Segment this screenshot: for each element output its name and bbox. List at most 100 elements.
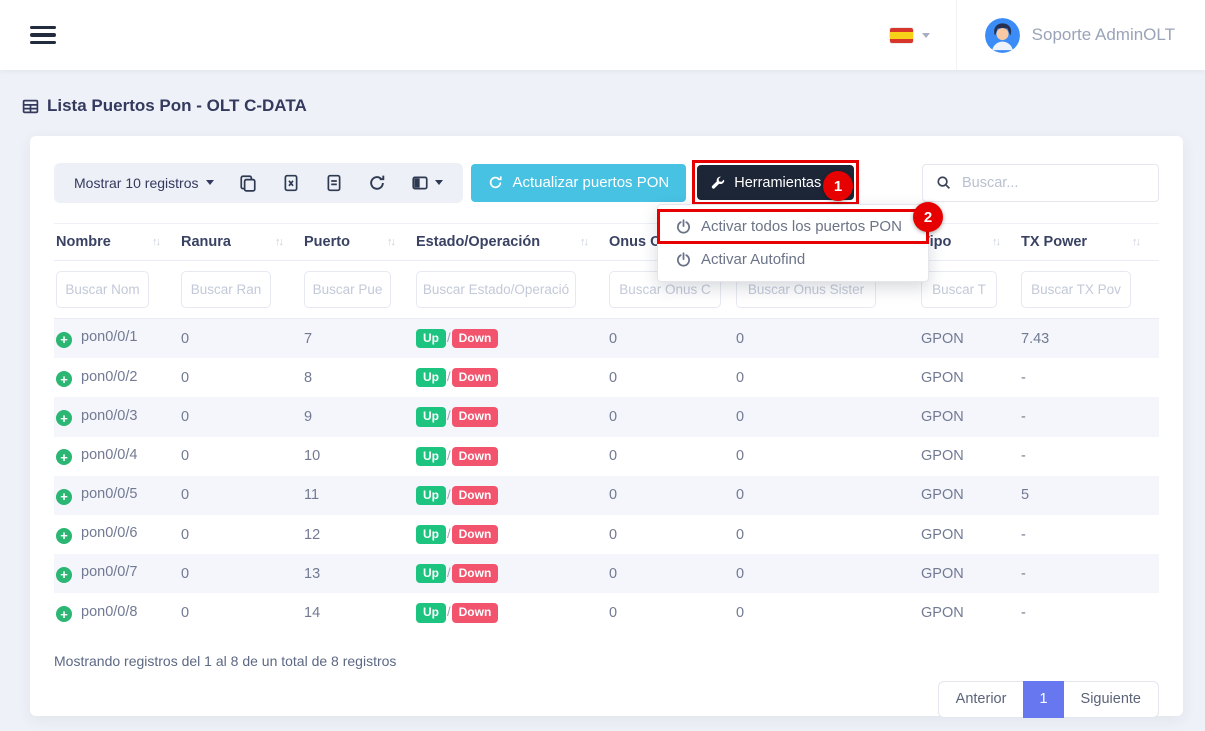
- status-down-badge: Down: [452, 368, 499, 387]
- cell-ranura: 0: [179, 358, 302, 397]
- cell-onus-sister: 0: [734, 397, 919, 436]
- cell-nombre: pon0/0/3: [81, 408, 137, 424]
- column-filter-input[interactable]: [921, 271, 997, 308]
- cell-onus-sister: 0: [734, 593, 919, 632]
- cell-tx-power: -: [1019, 554, 1159, 593]
- cell-tipo: GPON: [919, 593, 1019, 632]
- columns-icon: [411, 174, 429, 192]
- user-menu[interactable]: Soporte AdminOLT: [956, 0, 1175, 70]
- cell-tx-power: 7.43: [1019, 319, 1159, 359]
- cell-nombre: pon0/0/4: [81, 447, 137, 463]
- expand-row-icon[interactable]: +: [56, 567, 72, 583]
- expand-row-icon[interactable]: +: [56, 606, 72, 622]
- cell-tx-power: -: [1019, 397, 1159, 436]
- annotation-step-2: 2: [913, 202, 943, 232]
- cell-nombre: pon0/0/6: [81, 525, 137, 541]
- cell-tx-power: 5: [1019, 476, 1159, 515]
- cell-onus-sister: 0: [734, 437, 919, 476]
- column-filter-input[interactable]: [416, 271, 576, 308]
- sidebar-toggle-icon[interactable]: [30, 26, 56, 45]
- expand-row-icon[interactable]: +: [56, 410, 72, 426]
- current-page-button[interactable]: 1: [1023, 681, 1063, 718]
- export-file-icon[interactable]: [325, 174, 343, 192]
- sort-icon[interactable]: ↑↓: [275, 236, 282, 248]
- refresh-icon[interactable]: [368, 174, 386, 192]
- pon-ports-table: Nombre↑↓Ranura↑↓Puerto↑↓Estado/Operación…: [54, 223, 1159, 633]
- table-header-row: Nombre↑↓Ranura↑↓Puerto↑↓Estado/Operación…: [54, 224, 1159, 261]
- expand-row-icon[interactable]: +: [56, 489, 72, 505]
- status-up-badge: Up: [416, 368, 446, 387]
- status-up-badge: Up: [416, 447, 446, 466]
- sort-icon[interactable]: ↑↓: [387, 236, 394, 248]
- cell-ranura: 0: [179, 319, 302, 359]
- cell-onus-sister: 0: [734, 515, 919, 554]
- table-icon: [22, 98, 39, 115]
- chevron-down-icon: [435, 180, 443, 185]
- cell-puerto: 7: [302, 319, 414, 359]
- cell-tipo: GPON: [919, 554, 1019, 593]
- cell-tipo: GPON: [919, 397, 1019, 436]
- table-info: Mostrando registros del 1 al 8 de un tot…: [54, 653, 1159, 669]
- update-pon-ports-button[interactable]: Actualizar puertos PON: [471, 164, 686, 202]
- cell-onus-sister: 0: [734, 554, 919, 593]
- filter-cell-1: [179, 261, 302, 319]
- status-up-badge: Up: [416, 564, 446, 583]
- page-length-select[interactable]: Mostrar 10 registros: [74, 175, 214, 191]
- sort-icon[interactable]: ↑↓: [580, 236, 587, 248]
- sort-icon[interactable]: ↑↓: [992, 236, 999, 248]
- column-header-7[interactable]: TX Power↑↓: [1019, 224, 1159, 261]
- table-row: +pon0/0/7013Up/Down00GPON-: [54, 554, 1159, 593]
- column-filter-input[interactable]: [56, 271, 149, 308]
- column-header-0[interactable]: Nombre↑↓: [54, 224, 179, 261]
- expand-row-icon[interactable]: +: [56, 332, 72, 348]
- copy-icon[interactable]: [239, 174, 257, 192]
- cell-tx-power: -: [1019, 593, 1159, 632]
- column-header-1[interactable]: Ranura↑↓: [179, 224, 302, 261]
- tools-dropdown-menu: Activar todos los puertos PONActivar Aut…: [657, 204, 929, 282]
- avatar: [985, 18, 1020, 53]
- spain-flag-icon: [890, 28, 913, 43]
- expand-row-icon[interactable]: +: [56, 449, 72, 465]
- cell-ranura: 0: [179, 397, 302, 436]
- cell-ranura: 0: [179, 593, 302, 632]
- expand-row-icon[interactable]: +: [56, 528, 72, 544]
- menu-item-activate-all-pon-ports[interactable]: Activar todos los puertos PON: [658, 210, 928, 243]
- next-page-button[interactable]: Siguiente: [1064, 681, 1159, 718]
- column-header-3[interactable]: Estado/Operación↑↓: [414, 224, 607, 261]
- pagination: Anterior 1 Siguiente: [54, 681, 1159, 718]
- previous-page-button[interactable]: Anterior: [938, 681, 1024, 718]
- cell-ranura: 0: [179, 554, 302, 593]
- cell-nombre: pon0/0/1: [81, 329, 137, 345]
- sort-icon[interactable]: ↑↓: [152, 236, 159, 248]
- table-toolbar: Mostrar 10 registros: [54, 160, 1159, 205]
- annotation-step-1: 1: [823, 171, 853, 201]
- status-down-badge: Down: [452, 407, 499, 426]
- export-excel-icon[interactable]: [282, 174, 300, 192]
- cell-nombre: pon0/0/5: [81, 486, 137, 502]
- column-filter-input[interactable]: [181, 271, 271, 308]
- column-filter-input[interactable]: [1021, 271, 1131, 308]
- status-down-badge: Down: [452, 329, 499, 348]
- menu-item-activate-autofind[interactable]: Activar Autofind: [658, 243, 928, 276]
- table-row: +pon0/0/6012Up/Down00GPON-: [54, 515, 1159, 554]
- app-screen: Soporte AdminOLT Lista Puertos Pon - OLT…: [0, 0, 1205, 731]
- language-selector[interactable]: [864, 28, 956, 43]
- cell-onus: 0: [607, 437, 734, 476]
- cell-onus: 0: [607, 397, 734, 436]
- cell-ranura: 0: [179, 515, 302, 554]
- status-up-badge: Up: [416, 486, 446, 505]
- search-input[interactable]: [962, 175, 1145, 191]
- table-row: +pon0/0/5011Up/Down00GPON5: [54, 476, 1159, 515]
- cell-puerto: 8: [302, 358, 414, 397]
- chevron-down-icon: [206, 180, 214, 185]
- sort-icon[interactable]: ↑↓: [1132, 236, 1139, 248]
- column-header-2[interactable]: Puerto↑↓: [302, 224, 414, 261]
- cell-tx-power: -: [1019, 437, 1159, 476]
- column-visibility-button[interactable]: [411, 174, 443, 192]
- cell-puerto: 13: [302, 554, 414, 593]
- power-icon: [676, 252, 691, 267]
- cell-puerto: 9: [302, 397, 414, 436]
- page-title: Lista Puertos Pon - OLT C-DATA: [22, 96, 1205, 116]
- expand-row-icon[interactable]: +: [56, 371, 72, 387]
- column-filter-input[interactable]: [304, 271, 391, 308]
